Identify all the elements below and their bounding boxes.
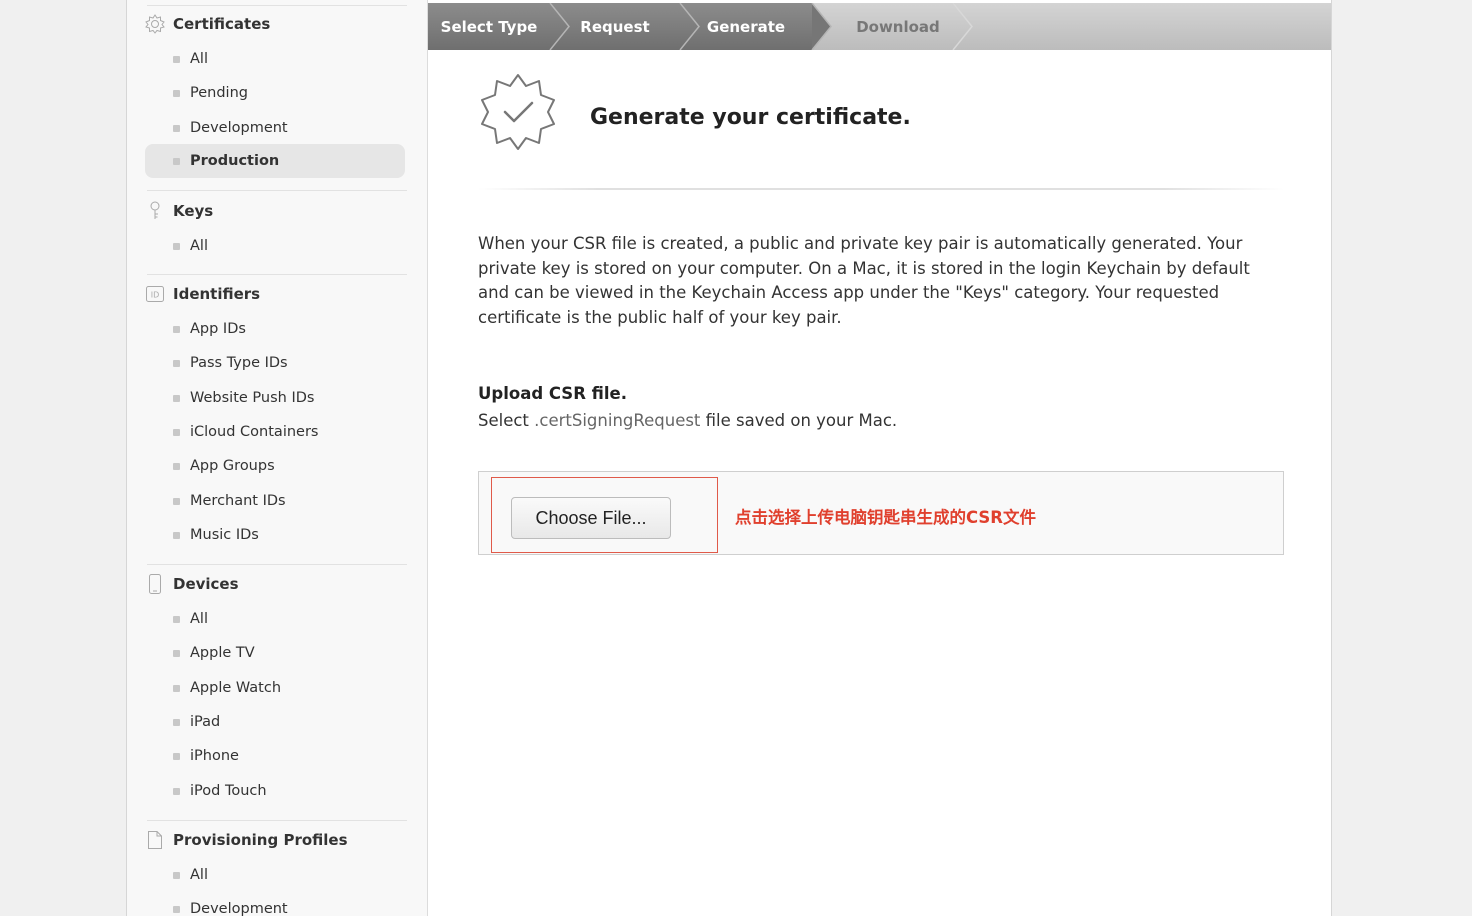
section-header[interactable]: Keys xyxy=(145,199,213,223)
sidebar-item-apple-tv[interactable]: Apple TV xyxy=(145,636,405,670)
bullet xyxy=(173,55,180,63)
svg-text:ID: ID xyxy=(151,291,160,300)
bullet xyxy=(173,157,180,165)
sidebar-item-development[interactable]: Development xyxy=(145,111,405,145)
sidebar-item-label: Development xyxy=(190,901,288,916)
step-bar: Select Type Request Generate Download xyxy=(428,3,1331,50)
sidebar-item-app-groups[interactable]: App Groups xyxy=(145,449,405,483)
section-header[interactable]: Certificates xyxy=(145,12,270,36)
bullet xyxy=(173,124,180,132)
sidebar-item-profiles-all[interactable]: All xyxy=(145,858,405,892)
sidebar-item-label: Apple TV xyxy=(190,645,255,661)
section-title: Provisioning Profiles xyxy=(173,831,348,849)
bullet xyxy=(173,325,180,333)
sidebar-item-label: Music IDs xyxy=(190,527,259,543)
sidebar-item-certificates-all[interactable]: All xyxy=(145,42,405,76)
section-title: Certificates xyxy=(173,15,271,33)
upload-sub-suffix: file saved on your Mac. xyxy=(700,411,898,430)
sidebar-item-ipod-touch[interactable]: iPod Touch xyxy=(145,774,405,808)
divider xyxy=(147,274,407,275)
device-icon xyxy=(145,574,165,594)
section-header[interactable]: ID Identifiers xyxy=(145,282,260,306)
section-title: Identifiers xyxy=(173,285,261,303)
bullet xyxy=(173,649,180,657)
sidebar-item-label: iPhone xyxy=(190,748,239,764)
sidebar-item-website-push-ids[interactable]: Website Push IDs xyxy=(145,381,405,415)
main-content: Select Type Request Generate Download Ge… xyxy=(428,0,1331,916)
sidebar-item-label: App IDs xyxy=(190,321,246,337)
divider xyxy=(147,5,407,6)
document-icon xyxy=(145,830,165,850)
section-header[interactable]: Provisioning Profiles xyxy=(145,828,348,852)
sidebar-item-label: Merchant IDs xyxy=(190,493,286,509)
bullet xyxy=(173,497,180,505)
bullet xyxy=(173,718,180,726)
bullet xyxy=(173,871,180,879)
sidebar-item-label: Website Push IDs xyxy=(190,390,315,406)
section-title: Keys xyxy=(173,202,214,220)
choose-file-button[interactable]: Choose File... xyxy=(511,497,671,539)
sidebar-item-label: iPod Touch xyxy=(190,783,267,799)
description-text: When your CSR file is created, a public … xyxy=(478,234,1250,327)
section-header[interactable]: Devices xyxy=(145,572,239,596)
sidebar-item-apple-watch[interactable]: Apple Watch xyxy=(145,671,405,705)
sidebar-item-label: All xyxy=(190,238,208,254)
sidebar-item-merchant-ids[interactable]: Merchant IDs xyxy=(145,484,405,518)
annotation-highlight-box: Choose File... xyxy=(491,477,718,553)
sidebar-item-app-ids[interactable]: App IDs xyxy=(145,312,405,346)
sidebar-item-label: Pending xyxy=(190,85,248,101)
bullet xyxy=(173,615,180,623)
sidebar-item-keys-all[interactable]: All xyxy=(145,229,405,263)
bullet xyxy=(173,752,180,760)
sidebar-item-ipad[interactable]: iPad xyxy=(145,705,405,739)
divider xyxy=(147,190,407,191)
annotation-text: 点击选择上传电脑钥匙串生成的CSR文件 xyxy=(735,508,1037,527)
bullet xyxy=(173,684,180,692)
bullet xyxy=(173,394,180,402)
bullet xyxy=(173,359,180,367)
sidebar-item-profiles-development[interactable]: Development xyxy=(145,892,405,916)
sidebar-item-iphone[interactable]: iPhone xyxy=(145,739,405,773)
bullet xyxy=(173,531,180,539)
key-icon xyxy=(145,201,165,221)
page-title: Generate your certificate. xyxy=(590,105,911,130)
bullet xyxy=(173,428,180,436)
file-extension: .certSigningRequest xyxy=(534,411,701,430)
page-frame: Certificates All Pending Development Pro… xyxy=(126,0,1332,916)
bullet xyxy=(173,787,180,795)
sidebar-item-label: All xyxy=(190,51,208,67)
upload-instructions: Select .certSigningRequest file saved on… xyxy=(478,411,897,430)
bullet xyxy=(173,905,180,913)
sidebar-item-label: All xyxy=(190,611,208,627)
sidebar-item-label: Development xyxy=(190,120,288,136)
sidebar-item-production[interactable]: Production xyxy=(145,144,405,178)
id-icon: ID xyxy=(145,284,165,304)
divider xyxy=(147,820,407,821)
sidebar-item-label: iCloud Containers xyxy=(190,424,319,440)
step-chevrons xyxy=(549,3,973,50)
badge-check-icon xyxy=(481,74,555,150)
sidebar-item-devices-all[interactable]: All xyxy=(145,602,405,636)
section-title: Devices xyxy=(173,575,239,593)
upload-sub-prefix: Select xyxy=(478,411,535,430)
sidebar-item-pass-type-ids[interactable]: Pass Type IDs xyxy=(145,346,405,380)
sidebar-item-icloud-containers[interactable]: iCloud Containers xyxy=(145,415,405,449)
sidebar-item-music-ids[interactable]: Music IDs xyxy=(145,518,405,552)
bullet xyxy=(173,242,180,250)
upload-title: Upload CSR file. xyxy=(478,384,627,403)
sidebar: Certificates All Pending Development Pro… xyxy=(127,0,428,916)
gear-cert-icon xyxy=(145,14,165,34)
sidebar-item-pending[interactable]: Pending xyxy=(145,76,405,110)
bullet xyxy=(173,462,180,470)
sidebar-item-label: All xyxy=(190,867,208,883)
sidebar-item-label: App Groups xyxy=(190,458,275,474)
upload-box: Choose File... 点击选择上传电脑钥匙串生成的CSR文件 xyxy=(478,471,1284,555)
sidebar-item-label: Apple Watch xyxy=(190,680,282,696)
divider xyxy=(478,188,1284,190)
divider xyxy=(147,564,407,565)
sidebar-item-label: iPad xyxy=(190,714,221,730)
sidebar-item-label: Pass Type IDs xyxy=(190,355,288,371)
sidebar-item-label: Production xyxy=(190,153,280,169)
bullet xyxy=(173,89,180,97)
